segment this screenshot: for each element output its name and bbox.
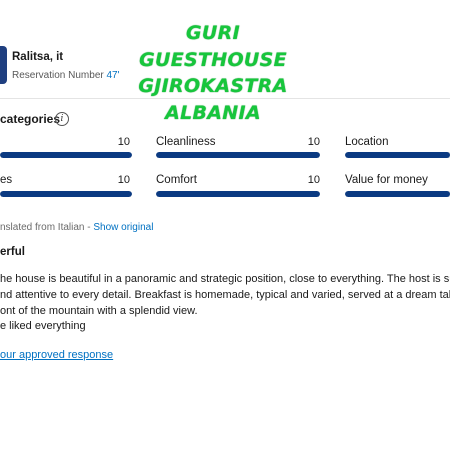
category-score-1: 10 (117, 136, 130, 148)
category-bar-location (345, 152, 450, 158)
category-bar-comfort (156, 191, 320, 197)
approved-response-link[interactable]: our approved response (0, 349, 113, 361)
category-label-cleanliness: Cleanliness (156, 136, 216, 148)
info-icon[interactable]: i (55, 112, 69, 126)
avatar (0, 46, 7, 84)
category-bar-4 (0, 191, 132, 197)
review-body-line: e liked everything (0, 320, 86, 332)
review-body-line: ont of the mountain with a splendid view… (0, 305, 198, 317)
category-bar-fill (156, 152, 320, 158)
show-original-link[interactable]: Show original (93, 222, 153, 233)
category-bar-fill (345, 191, 450, 197)
category-bar-cleanliness (156, 152, 320, 158)
category-bar-fill (0, 191, 132, 197)
watermark-line-2: GUESTHOUSE (139, 48, 287, 71)
category-score-comfort: 10 (307, 174, 320, 186)
category-label-comfort: Comfort (156, 174, 197, 186)
watermark-line-4: ALBANIA (165, 101, 261, 124)
category-bar-value-for-money (345, 191, 450, 197)
category-score-cleanliness: 10 (307, 136, 320, 148)
reservation-label: Reservation Number (12, 70, 104, 81)
review-body-line: he house is beautiful in a panoramic and… (0, 273, 450, 285)
category-label-4: es (0, 174, 13, 186)
watermark-text: GURI GUESTHOUSE GJIROKASTRA ALBANIA (128, 20, 298, 126)
reviewer-name: Ralitsa, it (12, 51, 64, 63)
reservation-info: Reservation Number 47' (12, 70, 120, 81)
category-bar-fill (156, 191, 320, 197)
review-title: erful (0, 246, 25, 258)
translated-label: nslated from Italian - (0, 222, 94, 233)
watermark-line-1: GURI (186, 22, 240, 44)
category-bar-1 (0, 152, 132, 158)
watermark-line-3: GJIROKASTRA (138, 75, 288, 97)
category-label-location: Location (345, 136, 389, 148)
reservation-number[interactable]: 47' (107, 70, 120, 81)
review-body-line: nd attentive to every detail. Breakfast … (0, 289, 450, 301)
category-bar-fill (345, 152, 450, 158)
category-bar-fill (0, 152, 132, 158)
translation-note: nslated from Italian - Show original (0, 222, 153, 233)
categories-title: categories (0, 112, 61, 126)
category-label-value-for-money: Value for money (345, 174, 428, 186)
category-score-4: 10 (117, 174, 130, 186)
